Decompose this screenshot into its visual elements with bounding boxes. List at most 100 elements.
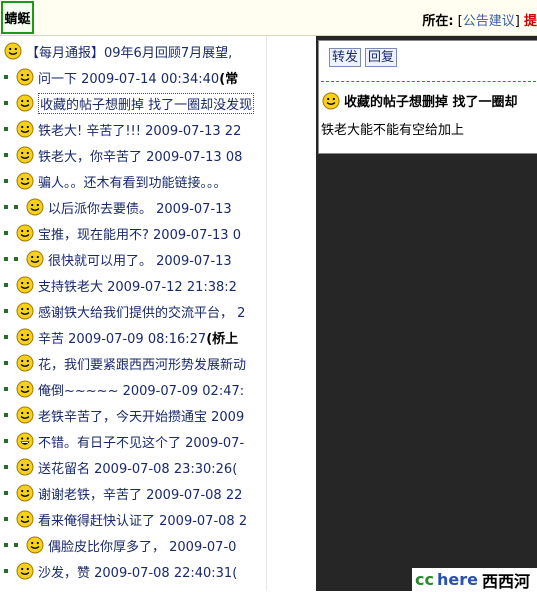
thread-title[interactable]: 感谢铁大给我们提供的交流平台， 2 (38, 302, 245, 321)
thread-row[interactable]: 骗人。。还木有看到功能链接。。。 (0, 169, 266, 193)
tree-dot (4, 517, 8, 521)
thread-row[interactable]: 辛苦 2009-07-09 08:16:27(桥上 (0, 325, 266, 349)
tree-dot (4, 75, 8, 79)
tree-dot (4, 543, 8, 547)
grin-icon (16, 432, 34, 450)
thread-row[interactable]: 问一下 2009-07-14 00:34:40(常 (0, 65, 266, 89)
thread-title[interactable]: 花，我们要紧跟西西河形势发展新动 (38, 354, 246, 373)
thread-row[interactable]: 花，我们要紧跟西西河形势发展新动 (0, 351, 266, 375)
smile-icon (16, 484, 34, 502)
thread-title[interactable]: 沙发，赞 2009-07-08 22:40:31( (38, 562, 237, 581)
thread-row[interactable]: 谢谢老铁，辛苦了 2009-07-08 22 (0, 481, 266, 505)
thread-row[interactable]: 【每月通报】09年6月回顾7月展望, (0, 39, 266, 63)
thread-title-main: 铁老大，你辛苦了 2009-07-13 08 (38, 149, 243, 165)
thread-row[interactable]: 感谢铁大给我们提供的交流平台， 2 (0, 299, 266, 323)
thread-title[interactable]: 谢谢老铁，辛苦了 2009-07-08 22 (38, 484, 242, 503)
smile-icon (26, 536, 44, 554)
smile-icon (16, 172, 34, 190)
divider (321, 81, 536, 82)
thread-row[interactable]: 送花留名 2009-07-08 23:30:26( (0, 455, 266, 479)
thread-title[interactable]: 铁老大，你辛苦了 2009-07-13 08 (38, 146, 242, 165)
post-title: 收藏的帖子想删掉 找了一圈却 (322, 91, 518, 110)
location-link[interactable]: 公告建议 (463, 14, 515, 29)
thread-title[interactable]: 很快就可以用了。 2009-07-13 (48, 250, 232, 269)
thread-title[interactable]: 送花留名 2009-07-08 23:30:26( (38, 458, 237, 477)
smile-icon (16, 120, 34, 138)
thread-title-main: 【每月通报】09年6月回顾7月展望, (26, 45, 233, 61)
thread-title[interactable]: 骗人。。还木有看到功能链接。。。 (38, 172, 227, 191)
post-panel: 转发 回复 收藏的帖子想删掉 找了一圈却 铁老大能不能有空给加上 (318, 40, 537, 154)
post-title-text: 收藏的帖子想删掉 找了一圈却 (344, 95, 518, 110)
thread-title-main: 花，我们要紧跟西西河形势发展新动 (38, 357, 247, 373)
thread-title[interactable]: 辛苦 2009-07-09 08:16:27(桥上 (38, 328, 238, 347)
thread-row[interactable]: 不错。有日子不见这个了 2009-07- (0, 429, 266, 453)
brand-here: here (436, 570, 478, 589)
thread-title[interactable]: 以后派你去要债。 2009-07-13 (48, 198, 232, 217)
thread-author: (桥上 (206, 331, 239, 347)
thread-title-main: 辛苦 2009-07-09 08:16:27 (38, 331, 207, 347)
location-label: 所在: (422, 14, 454, 29)
thread-title[interactable]: 铁老大! 辛苦了!!! 2009-07-13 22 (38, 120, 241, 139)
smile-icon (322, 92, 340, 109)
smile-icon (16, 458, 34, 476)
thread-title-main: 送花留名 2009-07-08 23:30:26( (38, 461, 238, 477)
tree-dot (4, 439, 8, 443)
thread-row[interactable]: 偶脸皮比你厚多了， 2009-07-0 (0, 533, 266, 557)
thread-author: (常 (219, 71, 239, 87)
tree-dot (4, 413, 8, 417)
thread-title-main: 俺倒~~~~~ 2009-07-09 02:47: (38, 383, 245, 399)
smile-icon (16, 406, 34, 424)
tree-dot (4, 387, 8, 391)
thread-title[interactable]: 俺倒~~~~~ 2009-07-09 02:47: (38, 380, 244, 399)
forward-button[interactable]: 转发 (329, 48, 362, 67)
tree-dot (4, 283, 8, 287)
thread-row[interactable]: 宝推，现在能用不? 2009-07-13 0 (0, 221, 266, 245)
thread-title-main: 谢谢老铁，辛苦了 2009-07-08 22 (38, 487, 243, 503)
thread-title[interactable]: 宝推，现在能用不? 2009-07-13 0 (38, 224, 241, 243)
list-gutter (266, 36, 317, 591)
thread-row[interactable]: 老铁辛苦了，今天开始攒通宝 2009 (0, 403, 266, 427)
thread-title-main: 老铁辛苦了，今天开始攒通宝 2009 (38, 409, 245, 425)
thread-row[interactable]: 支持铁老大 2009-07-12 21:38:2 (0, 273, 266, 297)
thread-row[interactable]: 铁老大，你辛苦了 2009-07-13 08 (0, 143, 266, 167)
top-bar: 蜻蜓 所在: [公告建议] 提 (0, 0, 537, 36)
tree-dot (4, 335, 8, 339)
brand-name: 西西河 (481, 571, 530, 591)
cchere-logo[interactable]: cc here 西西河 (412, 568, 537, 591)
thread-row[interactable]: 铁老大! 辛苦了!!! 2009-07-13 22 (0, 117, 266, 141)
smile-icon (16, 276, 34, 294)
thread-row[interactable]: 沙发，赞 2009-07-08 22:40:31( (0, 559, 266, 583)
smile-icon (16, 146, 34, 164)
thread-row[interactable]: 看来俺得赶快认证了 2009-07-08 2 (0, 507, 266, 531)
thread-title-main: 骗人。。还木有看到功能链接。。。 (38, 175, 227, 191)
smile-icon (16, 68, 34, 86)
tree-dot (14, 205, 18, 209)
tree-dot (4, 231, 8, 235)
thread-title[interactable]: 看来俺得赶快认证了 2009-07-08 2 (38, 510, 247, 529)
thread-title-main: 收藏的帖子想删掉 找了一圈却没发现 (40, 97, 253, 113)
site-logo[interactable]: 蜻蜓 (1, 1, 34, 34)
thread-row[interactable]: 很快就可以用了。 2009-07-13 (0, 247, 266, 271)
smile-icon (16, 380, 34, 398)
thread-title-main: 支持铁老大 2009-07-12 21:38:2 (38, 279, 237, 295)
tree-dot (4, 153, 8, 157)
thread-row[interactable]: 俺倒~~~~~ 2009-07-09 02:47: (0, 377, 266, 401)
thread-title[interactable]: 【每月通报】09年6月回顾7月展望, (26, 42, 232, 61)
thread-title[interactable]: 老铁辛苦了，今天开始攒通宝 2009 (38, 406, 244, 425)
bracket-close: ] (514, 14, 520, 29)
thread-title-main: 问一下 2009-07-14 00:34:40 (38, 71, 220, 87)
reply-button[interactable]: 回复 (365, 48, 398, 67)
thread-title[interactable]: 问一下 2009-07-14 00:34:40(常 (38, 68, 238, 87)
tree-dot (14, 257, 18, 261)
thread-title[interactable]: 收藏的帖子想删掉 找了一圈却没发现 (38, 92, 255, 114)
thread-title-main: 不错。有日子不见这个了 2009-07- (38, 435, 245, 451)
thread-row[interactable]: 以后派你去要债。 2009-07-13 (0, 195, 266, 219)
thread-title[interactable]: 支持铁老大 2009-07-12 21:38:2 (38, 276, 237, 295)
tree-dot (4, 361, 8, 365)
thread-row[interactable]: 收藏的帖子想删掉 找了一圈却没发现 (0, 91, 266, 115)
thread-title[interactable]: 偶脸皮比你厚多了， 2009-07-0 (48, 536, 236, 555)
thread-title[interactable]: 不错。有日子不见这个了 2009-07- (38, 432, 244, 451)
location-extra[interactable]: 提 (524, 14, 537, 29)
thread-title-main: 宝推，现在能用不? 2009-07-13 0 (38, 227, 241, 243)
smile-icon (16, 510, 34, 528)
